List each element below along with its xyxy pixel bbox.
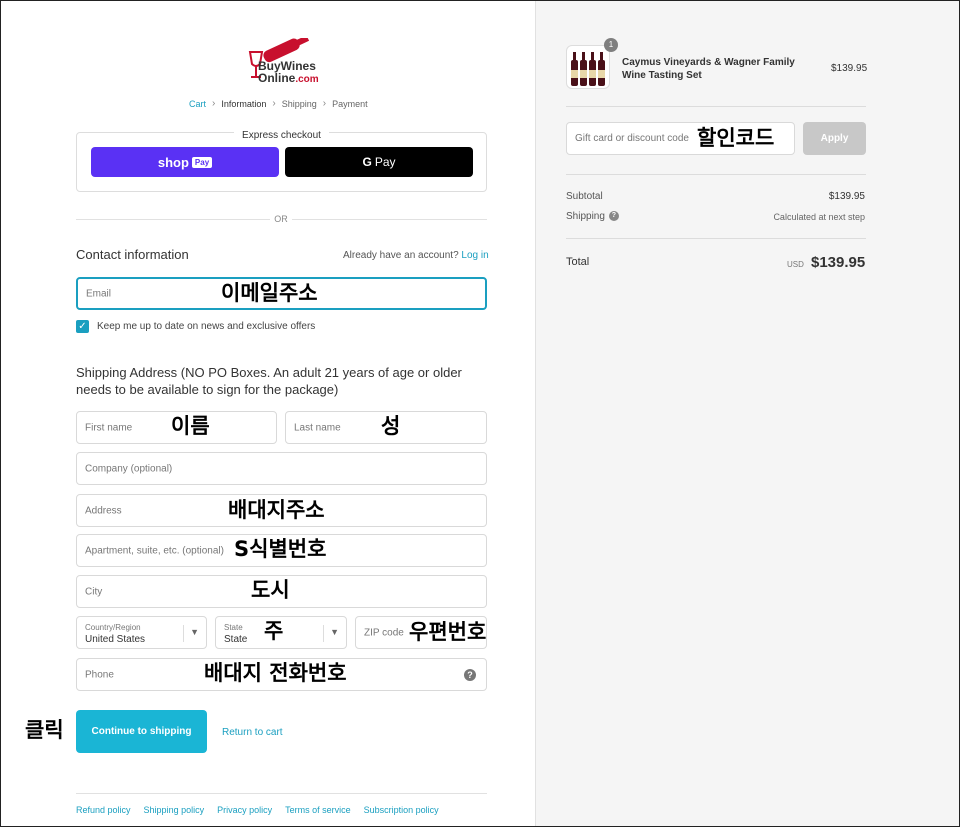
screenshot-border: [0, 0, 960, 827]
